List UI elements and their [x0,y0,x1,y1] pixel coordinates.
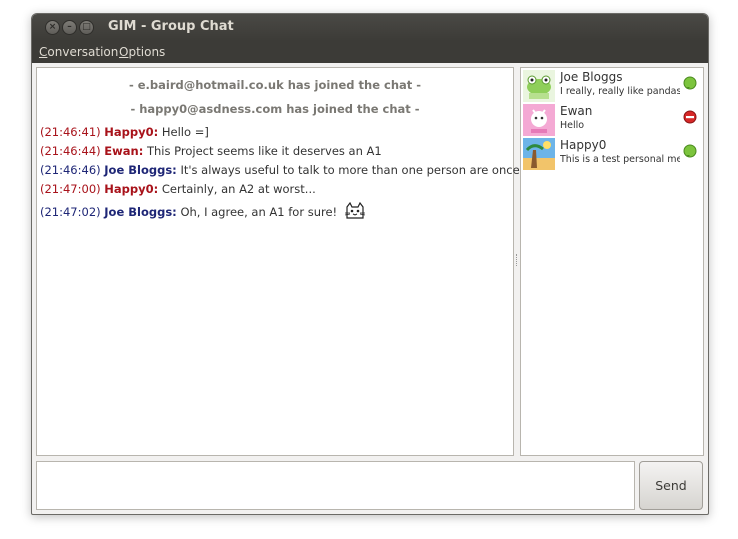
lizard-avatar [523,70,555,102]
chat-log[interactable]: - e.baird@hotmail.co.uk has joined the c… [36,67,520,456]
message-nick: Joe Bloggs: [104,163,177,177]
message-text: Hello =] [161,125,209,139]
contact-status-text: This is a test personal message [560,154,680,165]
message-text: This Project seems like it deserves an A… [146,144,382,158]
group-chat-window: × – □ GIM - Group Chat Conversation Opti… [31,13,709,515]
send-button[interactable]: Send [639,461,703,510]
menu-options[interactable]: Options [119,45,165,59]
busy-status-icon [683,110,697,124]
minimize-icon[interactable]: – [62,20,77,35]
contact-name: Joe Bloggs [560,70,623,84]
message-timestamp: (21:46:41) [40,125,101,139]
menu-bar: Conversation Options [32,41,708,63]
chat-message: (21:46:46) Joe Bloggs: It's always usefu… [40,163,520,177]
contact-list[interactable]: Joe Bloggs I really, really like pandas.… [520,67,704,456]
message-text: Oh, I agree, an A1 for sure! [180,205,338,219]
contact-name: Happy0 [560,138,607,152]
chat-message: (21:47:00) Happy0: Certainly, an A2 at w… [40,182,316,196]
message-input[interactable] [36,461,635,510]
message-nick: Ewan: [104,144,144,158]
system-message: - e.baird@hotmail.co.uk has joined the c… [128,78,422,92]
chat-message: (21:47:02) Joe Bloggs: Oh, I agree, an A… [40,201,366,223]
beach-avatar [523,138,555,170]
system-message: - happy0@asdness.com has joined the chat… [130,102,420,116]
menu-conversation[interactable]: Conversation [39,45,118,59]
chat-message: (21:46:44) Ewan: This Project seems like… [40,144,382,158]
message-nick: Happy0: [104,182,159,196]
chat-message: (21:46:41) Happy0: Hello =] [40,125,209,139]
contact-item[interactable]: Joe Bloggs I really, really like pandas. [523,70,703,102]
online-status-icon [683,76,697,90]
window-title: GIM - Group Chat [108,19,234,34]
maximize-icon[interactable]: □ [79,20,94,35]
contact-status-text: I really, really like pandas. [560,86,680,97]
pink-cartoon-avatar [523,104,555,136]
message-text: Certainly, an A2 at worst... [161,182,316,196]
contact-status-text: Hello [560,120,585,131]
message-timestamp: (21:47:00) [40,182,101,196]
message-timestamp: (21:46:44) [40,144,101,158]
title-bar[interactable]: × – □ GIM - Group Chat [32,14,708,41]
contact-item[interactable]: Ewan Hello [523,104,703,136]
contact-item[interactable]: Happy0 This is a test personal message [523,138,703,170]
close-icon[interactable]: × [45,20,60,35]
message-nick: Joe Bloggs: [104,205,177,219]
online-status-icon [683,144,697,158]
contact-name: Ewan [560,104,593,118]
cat-emoticon-icon [344,201,366,223]
message-timestamp: (21:47:02) [40,205,101,219]
message-text: It's always useful to talk to more than … [180,163,520,177]
message-nick: Happy0: [104,125,159,139]
message-timestamp: (21:46:46) [40,163,101,177]
